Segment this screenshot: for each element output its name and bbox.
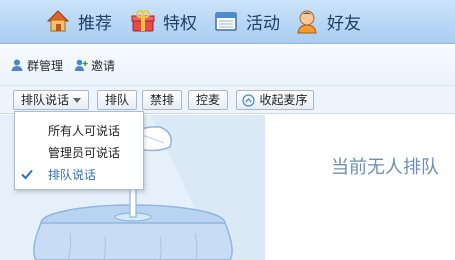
option-label: 所有人可说话 <box>48 123 121 138</box>
grab-mic-button[interactable]: 控麦 <box>188 90 228 110</box>
empty-queue-message: 当前无人排队 <box>331 157 439 178</box>
checkmark-icon <box>21 169 33 180</box>
nav-label-recommend: 推荐 <box>78 13 112 34</box>
collapse-up-icon <box>242 93 256 107</box>
invite-label: 邀请 <box>91 58 116 73</box>
nav-item-friends[interactable]: 好友 <box>294 7 361 35</box>
friend-avatar-icon <box>297 10 317 34</box>
group-toolbar: 群管理 邀请 <box>0 44 455 86</box>
nav-item-recommend[interactable]: 推荐 <box>45 7 112 35</box>
queue-mode-dropdown: 所有人可说话 管理员可说话 排队说话 <box>14 111 144 190</box>
home-icon <box>46 10 70 32</box>
queue-mode-label: 排队说话 <box>20 93 69 107</box>
add-user-icon <box>74 59 88 71</box>
nav-label-friends: 好友 <box>327 13 361 34</box>
mute-queue-button[interactable]: 禁排 <box>142 90 182 110</box>
group-manage-label: 群管理 <box>27 58 64 73</box>
nav-label-activity: 活动 <box>246 13 280 34</box>
option-everyone-can-speak[interactable]: 所有人可说话 <box>15 120 143 140</box>
queue-button[interactable]: 排队 <box>97 90 137 110</box>
nav-item-privilege[interactable]: 特权 <box>130 7 197 35</box>
calendar-icon <box>215 12 237 31</box>
nav-item-activity[interactable]: 活动 <box>213 7 280 35</box>
option-label: 排队说话 <box>48 167 97 182</box>
collapse-mic-queue-label: 收起麦序 <box>259 93 308 107</box>
option-label: 管理员可说话 <box>48 145 121 160</box>
option-queue-speak[interactable]: 排队说话 <box>15 164 143 184</box>
option-admin-can-speak[interactable]: 管理员可说话 <box>15 142 143 162</box>
gift-icon <box>131 10 155 32</box>
collapse-mic-queue-button[interactable]: 收起麦序 <box>236 90 314 110</box>
chevron-down-icon <box>73 97 81 103</box>
queue-mode-select[interactable]: 排队说话 <box>13 90 89 110</box>
mic-controls-bar: 排队说话 排队 禁排 控麦 收起麦序 <box>0 86 455 114</box>
group-user-icon <box>11 59 23 71</box>
top-nav: 推荐 特权 活动 好友 <box>0 0 455 44</box>
nav-label-privilege: 特权 <box>163 13 197 34</box>
invite-link[interactable]: 邀请 <box>74 55 115 75</box>
group-manage-link[interactable]: 群管理 <box>10 55 63 75</box>
